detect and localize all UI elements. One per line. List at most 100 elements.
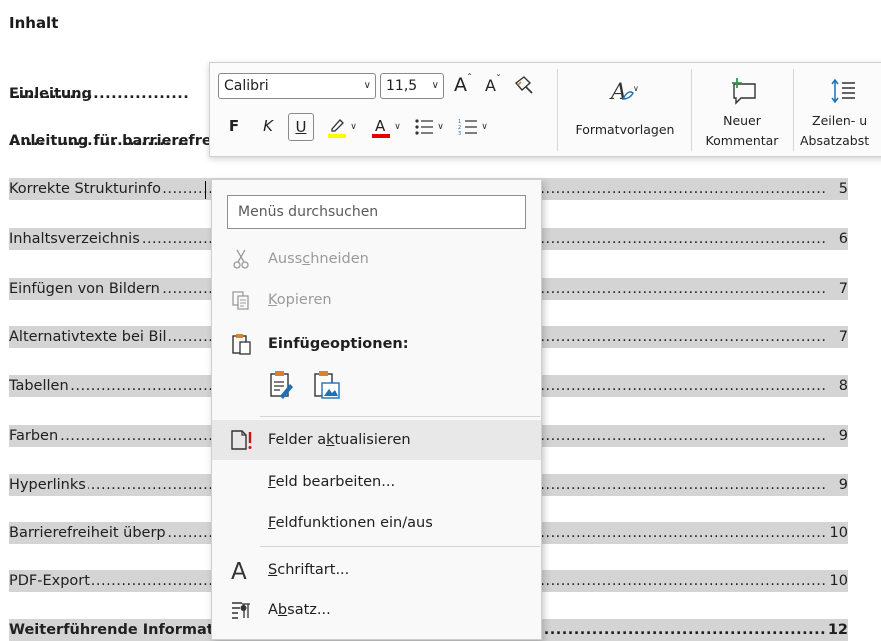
- toc-entry-page: 8: [837, 375, 848, 397]
- paste-as-picture-button[interactable]: [312, 368, 342, 402]
- svg-text:∨: ∨: [633, 84, 639, 93]
- svg-text:A: A: [375, 117, 386, 135]
- styles-button[interactable]: A ∨: [608, 75, 640, 107]
- new-comment-button[interactable]: [726, 75, 760, 107]
- chevron-down-icon: ∨: [481, 122, 488, 132]
- highlighter-icon: [328, 119, 347, 138]
- styles-icon: A ∨: [609, 80, 639, 105]
- toc-entry-page: 9: [837, 425, 848, 447]
- line-spacing-button[interactable]: [828, 75, 860, 107]
- toc-entry-title: Anleitung für barrierefreie: [9, 133, 209, 149]
- menu-item-cut-label: Ausschneiden: [268, 251, 369, 267]
- toc-entry[interactable]: ........................................…: [9, 130, 209, 152]
- copy-icon: [229, 289, 253, 311]
- font-color-button[interactable]: A ∨: [368, 113, 404, 141]
- toc-entry-title: Korrekte Strukturinfo: [9, 181, 164, 197]
- chevron-down-icon: ∨: [350, 122, 357, 132]
- new-comment-icon: [732, 78, 756, 105]
- bold-button[interactable]: F: [224, 113, 244, 139]
- menu-separator: [260, 416, 540, 417]
- toc-entry-page: 6: [837, 228, 848, 250]
- toc-entry[interactable]: ........................................…: [9, 83, 209, 105]
- toc-entry-title: Hyperlinks: [9, 477, 88, 493]
- menu-search-input[interactable]: Menüs durchsuchen: [227, 195, 526, 229]
- menu-item-paragraph[interactable]: Absatz...: [212, 590, 541, 630]
- line-spacing-label-1: Zeilen- u: [812, 113, 868, 128]
- highlight-color-button[interactable]: ∨: [323, 113, 361, 141]
- toc-entry-title: PDF-Export: [9, 573, 92, 589]
- font-icon: A: [229, 559, 253, 582]
- numbering-button[interactable]: 1 2 3 ∨: [454, 113, 492, 141]
- chevron-down-icon: ∨: [437, 122, 444, 132]
- toc-heading: Inhalt: [9, 14, 59, 32]
- styles-label: Formatvorlagen: [575, 122, 675, 137]
- new-comment-label-2: Kommentar: [705, 133, 779, 148]
- chevron-down-icon: ∨: [363, 80, 371, 91]
- scissors-icon: [229, 248, 253, 270]
- chevron-down-icon: ∨: [394, 122, 401, 132]
- toc-entry-title: Tabellen: [9, 378, 71, 394]
- menu-item-edit-field[interactable]: Feld bearbeiten...: [212, 462, 541, 502]
- menu-item-cut[interactable]: Ausschneiden: [212, 239, 541, 279]
- chevron-down-icon: ∨: [431, 80, 439, 91]
- paste-keep-source-formatting-button[interactable]: [266, 368, 296, 402]
- menu-item-copy[interactable]: Kopieren: [212, 280, 541, 320]
- format-painter-button[interactable]: [510, 71, 538, 99]
- toc-entry-page: 9: [837, 474, 848, 496]
- toc-entry-title: Einleitung: [9, 86, 92, 102]
- paste-picture-icon: [314, 371, 340, 399]
- font-size-value: 11,5: [386, 78, 418, 94]
- menu-separator: [260, 546, 540, 547]
- menu-section-paste-options: Einfügeoptionen:: [212, 324, 541, 364]
- font-size-combo[interactable]: 11,5 ∨: [380, 73, 444, 99]
- new-comment-label-1: Neuer: [723, 113, 761, 128]
- update-field-icon: [229, 429, 253, 451]
- toc-entry-page: 7: [837, 326, 848, 348]
- format-painter-icon: [514, 76, 533, 94]
- menu-item-paragraph-label: Absatz...: [268, 602, 331, 618]
- menu-item-toggle-field-codes[interactable]: Feldfunktionen ein/aus: [212, 503, 541, 543]
- menu-item-edit-field-label: Feld bearbeiten...: [268, 474, 396, 490]
- numbered-list-icon: 1 2 3: [458, 119, 478, 136]
- menu-item-font[interactable]: A Schriftart...: [212, 550, 541, 590]
- menu-item-update-field-label: Felder aktualisieren: [268, 432, 411, 448]
- text-cursor: [205, 181, 206, 199]
- grow-font-icon: A: [454, 74, 467, 96]
- line-spacing-icon: [831, 78, 855, 104]
- italic-button[interactable]: K: [258, 113, 278, 139]
- menu-item-toggle-field-codes-label: Feldfunktionen ein/aus: [268, 515, 433, 531]
- grow-font-button[interactable]: Aˆ: [450, 71, 476, 99]
- toc-entry-title: Einfügen von Bildern: [9, 281, 162, 297]
- toc-entry-page: 10: [828, 570, 848, 592]
- bullet-list-icon: [415, 119, 434, 135]
- toolbar-separator: [793, 69, 794, 151]
- line-spacing-label-2: Absatzabst: [800, 133, 870, 148]
- toolbar-separator: [557, 69, 558, 151]
- paragraph-icon: [229, 599, 253, 621]
- toc-entry-page: 12: [826, 619, 848, 641]
- menu-item-copy-label: Kopieren: [268, 292, 332, 308]
- toc-entry-title: Barrierefreiheit überp: [9, 525, 168, 541]
- toolbar-separator: [691, 69, 692, 151]
- toc-entry-page: 7: [837, 278, 848, 300]
- toc-entry-page: 10: [828, 522, 848, 544]
- mini-toolbar: Calibri ∨ 11,5 ∨ Aˆ Aˇ F K U ∨ A ∨ ∨ 1 2…: [209, 62, 881, 157]
- toc-entry-title: Farben: [9, 428, 61, 444]
- menu-item-font-label: Schriftart...: [268, 562, 350, 578]
- shrink-font-icon: A: [485, 75, 496, 95]
- font-color-icon: A: [372, 117, 391, 138]
- toc-entry-title: Inhaltsverzeichnis: [9, 231, 142, 247]
- font-name-combo[interactable]: Calibri ∨: [218, 73, 376, 99]
- font-name-value: Calibri: [224, 78, 269, 94]
- shrink-font-button[interactable]: Aˇ: [480, 71, 506, 99]
- svg-text:3: 3: [458, 131, 461, 136]
- paste-keep-formatting-icon: [270, 371, 293, 399]
- svg-text:A: A: [231, 559, 247, 582]
- bullets-button[interactable]: ∨: [410, 113, 448, 141]
- underline-button[interactable]: U: [288, 113, 314, 141]
- context-menu: Menüs durchsuchen Ausschneiden Kopieren: [211, 179, 542, 640]
- menu-item-update-field[interactable]: Felder aktualisieren: [212, 420, 541, 460]
- paste-options-label: Einfügeoptionen:: [268, 336, 409, 352]
- toc-entry-page: 5: [837, 178, 848, 200]
- toc-entry-title: Alternativtexte bei Bil: [9, 329, 169, 345]
